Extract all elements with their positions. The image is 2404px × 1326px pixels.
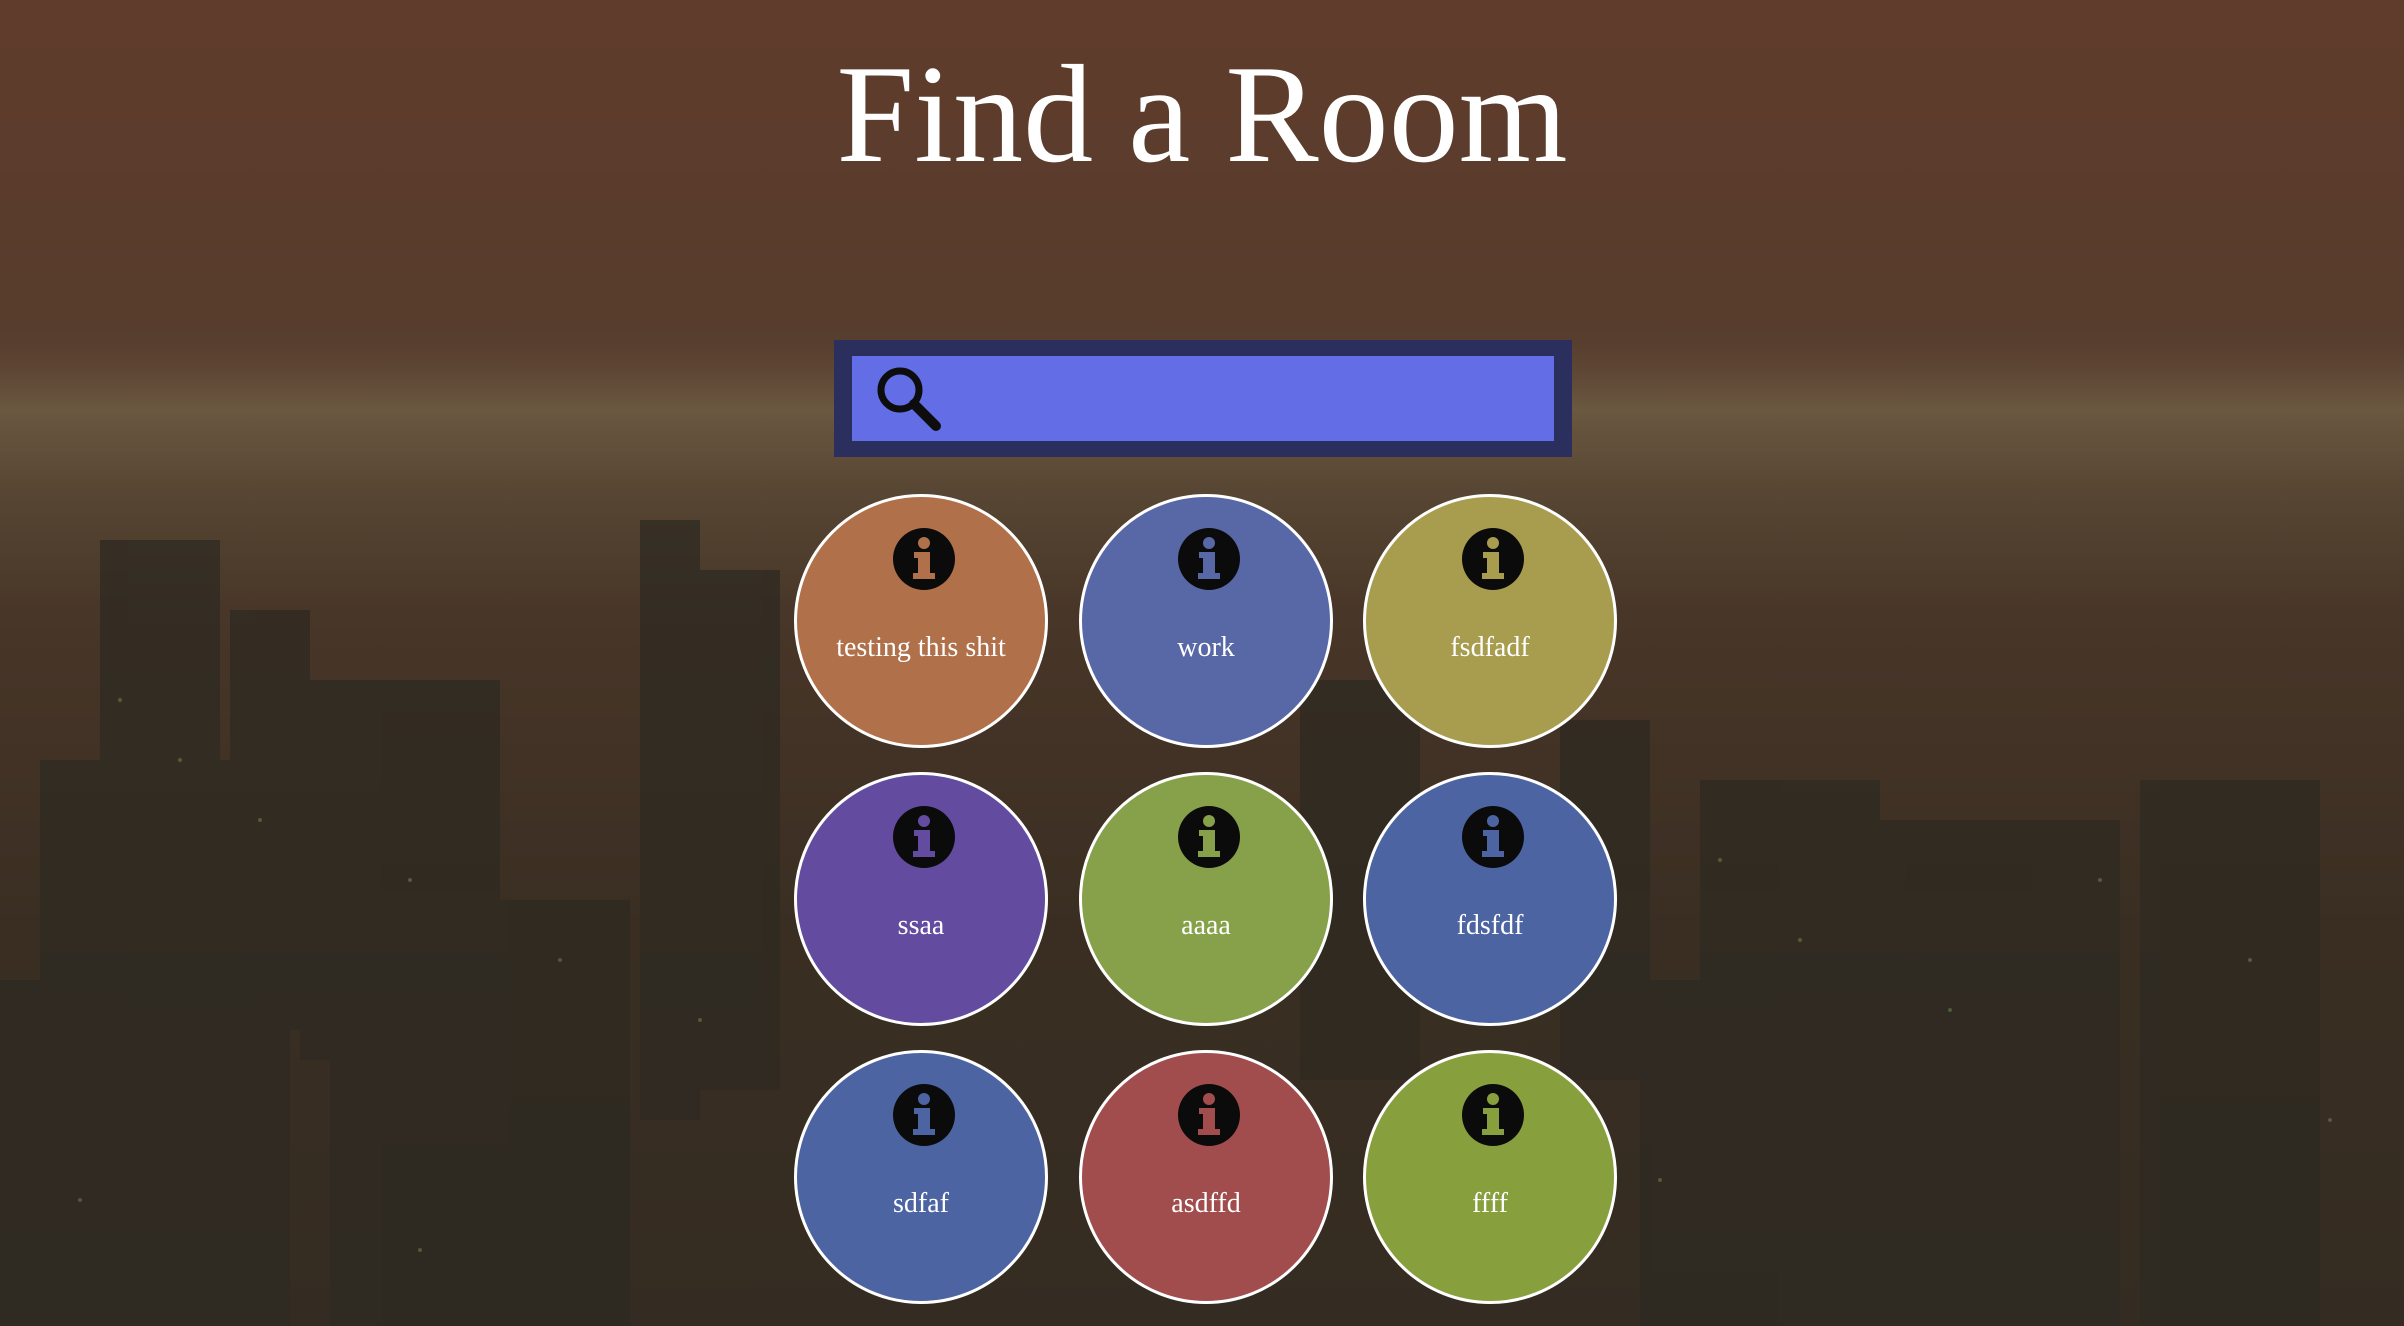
room-card[interactable]: asdffd [1079, 1050, 1333, 1304]
info-icon[interactable] [1177, 1083, 1241, 1147]
info-icon[interactable] [892, 805, 956, 869]
room-name: sdfaf [893, 1188, 949, 1219]
room-card[interactable]: work [1079, 494, 1333, 748]
room-card[interactable]: fsdfadf [1363, 494, 1617, 748]
room-card[interactable]: ssaa [794, 772, 1048, 1026]
search-bar [834, 340, 1572, 457]
room-name: testing this shit [836, 632, 1006, 663]
info-icon[interactable] [1461, 527, 1525, 591]
room-name: ffff [1472, 1188, 1508, 1219]
room-card[interactable]: testing this shit [794, 494, 1048, 748]
room-name: fsdfadf [1450, 632, 1530, 663]
search-icon[interactable] [872, 362, 944, 434]
search-input[interactable] [956, 356, 1546, 443]
room-name: ssaa [897, 910, 945, 941]
room-grid: testing this shit work fsdfadf ssaa aaaa… [794, 494, 1620, 1314]
page-title: Find a Room [836, 37, 1568, 192]
info-icon[interactable] [892, 1083, 956, 1147]
info-icon[interactable] [1177, 527, 1241, 591]
info-icon[interactable] [1461, 1083, 1525, 1147]
search-field[interactable] [852, 356, 1554, 443]
room-name: asdffd [1171, 1188, 1241, 1219]
room-card[interactable]: fdsfdf [1363, 772, 1617, 1026]
info-icon[interactable] [1461, 805, 1525, 869]
room-card[interactable]: aaaa [1079, 772, 1333, 1026]
room-name: work [1177, 632, 1235, 663]
room-card[interactable]: sdfaf [794, 1050, 1048, 1304]
room-name: aaaa [1181, 910, 1231, 941]
info-icon[interactable] [892, 527, 956, 591]
room-card[interactable]: ffff [1363, 1050, 1617, 1304]
room-name: fdsfdf [1456, 910, 1524, 941]
info-icon[interactable] [1177, 805, 1241, 869]
